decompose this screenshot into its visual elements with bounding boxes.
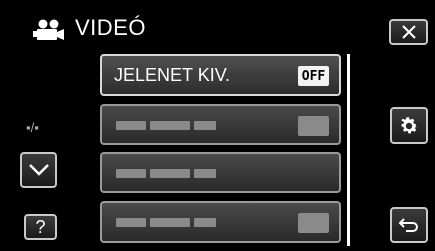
gear-icon (401, 116, 418, 133)
scrollbar[interactable] (347, 54, 350, 246)
close-icon (401, 25, 416, 39)
back-button[interactable] (390, 207, 428, 243)
close-button[interactable] (389, 19, 428, 45)
blurred-label (116, 218, 216, 227)
menu-item[interactable] (100, 201, 341, 243)
blurred-label (116, 121, 216, 130)
video-camera-icon (33, 19, 64, 40)
menu-item[interactable] (100, 104, 341, 145)
blurred-value (298, 116, 329, 136)
scroll-down-button[interactable] (20, 152, 57, 188)
blurred-label (116, 169, 216, 178)
settings-button[interactable] (390, 107, 428, 144)
blurred-value (298, 213, 329, 233)
value-badge: OFF (298, 66, 329, 86)
help-button[interactable]: ? (24, 214, 57, 240)
title-bar: VIDEÓ (0, 0, 435, 52)
chevron-down-icon (28, 164, 49, 176)
menu-item-scene-select[interactable]: JELENET KIV. OFF (100, 54, 341, 96)
page-title: VIDEÓ (75, 15, 146, 40)
menu-item-label: JELENET KIV. (114, 65, 231, 85)
menu-item[interactable] (100, 152, 341, 193)
page-indicator: ▪/▪ (26, 120, 39, 135)
return-icon (398, 218, 418, 232)
help-label: ? (35, 216, 46, 237)
